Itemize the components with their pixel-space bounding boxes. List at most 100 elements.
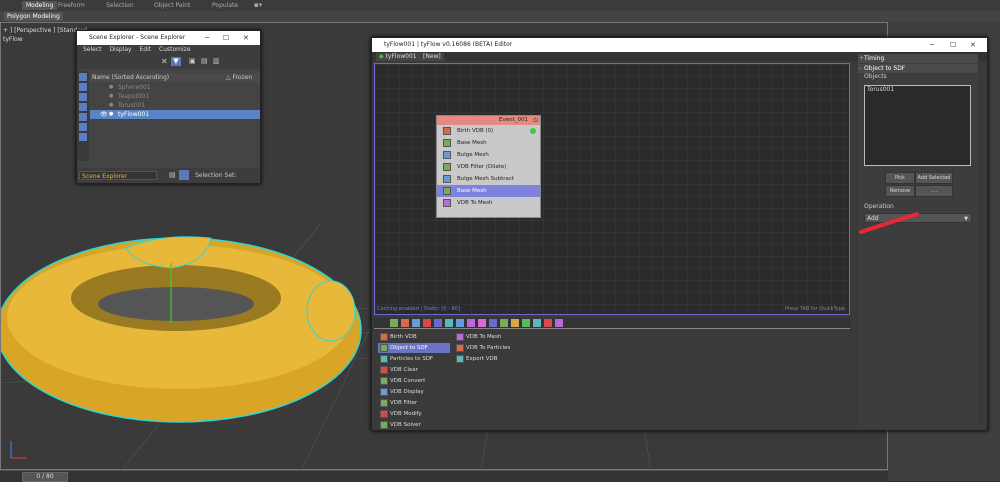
object-to-sdf-rollout[interactable]: - Object to SDF xyxy=(858,64,978,73)
objects-list-item[interactable]: Torus001 xyxy=(865,86,970,94)
clear-filter-icon[interactable]: ✕ xyxy=(161,57,168,66)
tab-tyflow001[interactable]: ◆ tyFlow001 xyxy=(376,53,420,61)
minimize-icon[interactable]: ─ xyxy=(930,38,934,52)
event-op[interactable]: Bulge Mesh Subtract xyxy=(437,173,540,185)
library-item-selected[interactable]: Object to SDF xyxy=(378,343,450,353)
library-item[interactable]: VDB Modify xyxy=(378,409,450,419)
pick-button[interactable]: Pick xyxy=(885,172,915,184)
display-spacewarps-icon[interactable] xyxy=(79,123,87,131)
tab-new[interactable]: [New] xyxy=(420,53,444,61)
operator-icon[interactable] xyxy=(489,319,497,327)
ribbon-tab-selection[interactable]: Selection xyxy=(102,1,138,10)
scene-row[interactable]: ● Teapot001 xyxy=(90,92,260,101)
close-icon[interactable]: ✕ xyxy=(970,38,976,52)
ribbon-tab-freeform[interactable]: Freeform xyxy=(54,1,89,10)
eye-icon[interactable]: 👁 xyxy=(100,110,108,119)
operator-icon[interactable] xyxy=(555,319,563,327)
event-op-selected[interactable]: Base Mesh xyxy=(437,185,540,197)
ribbon-tab-populate[interactable]: Populate xyxy=(208,1,242,10)
event-toggle-icon[interactable]: ⏻ xyxy=(533,117,538,125)
objects-list[interactable]: Torus001 xyxy=(864,85,971,166)
operator-icon[interactable] xyxy=(456,319,464,327)
filter-icon[interactable]: ▼ xyxy=(171,57,181,66)
mesh-icon xyxy=(443,139,451,147)
library-item[interactable]: VDB To Mesh xyxy=(454,332,536,342)
display-lights-icon[interactable] xyxy=(79,93,87,101)
close-icon[interactable]: ✕ xyxy=(243,31,249,45)
library-item[interactable]: Export VDB xyxy=(454,354,536,364)
menu-edit[interactable]: Edit xyxy=(139,46,151,53)
library-item[interactable]: Particles to SDF xyxy=(378,354,450,364)
menu-customize[interactable]: Customize xyxy=(159,46,191,53)
menu-select[interactable]: Select xyxy=(83,46,102,53)
display-shapes-icon[interactable] xyxy=(79,83,87,91)
explorer-dropdown[interactable]: Scene Explorer xyxy=(79,171,157,180)
ribbon-tab-object-paint[interactable]: Object Paint xyxy=(150,1,194,10)
mesh-icon xyxy=(443,175,451,183)
operator-icon[interactable] xyxy=(467,319,475,327)
operator-icon[interactable] xyxy=(500,319,508,327)
timing-rollout[interactable]: + Timing xyxy=(858,54,978,63)
library-item[interactable]: VDB To Particles xyxy=(454,343,536,353)
operator-icon[interactable] xyxy=(533,319,541,327)
operator-icon[interactable] xyxy=(390,319,398,327)
axis-gizmo-icon xyxy=(10,441,27,459)
display-groups-icon[interactable] xyxy=(79,133,87,141)
hierarchy-icon[interactable]: ▤ xyxy=(201,57,208,65)
minimize-icon[interactable]: ─ xyxy=(205,31,209,45)
display-helpers-icon[interactable] xyxy=(79,113,87,121)
output-socket-icon[interactable] xyxy=(530,128,536,134)
event-op[interactable]: VDB To Mesh xyxy=(437,197,540,209)
timeline[interactable]: 0 / 80 xyxy=(0,470,888,482)
scene-row-selected[interactable]: 👁 ● tyFlow001 xyxy=(90,110,260,119)
menu-display[interactable]: Display xyxy=(109,46,131,53)
operator-icon[interactable] xyxy=(511,319,519,327)
operator-icon[interactable] xyxy=(522,319,530,327)
library-item[interactable]: VDB Convert xyxy=(378,376,450,386)
maximize-icon[interactable]: ☐ xyxy=(950,38,956,52)
remove-button[interactable]: Remove xyxy=(885,185,915,197)
display-cameras-icon[interactable] xyxy=(79,103,87,111)
library-item[interactable]: VDB Display xyxy=(378,387,450,397)
tyflow-titlebar[interactable]: tyFlow001 | tyFlow v0.16086 (BETA) Edito… xyxy=(372,38,987,52)
operator-icons xyxy=(374,318,850,328)
event-title[interactable]: Event_001 xyxy=(437,116,540,125)
scene-row[interactable]: ● Sphere001 xyxy=(90,83,260,92)
event-op[interactable]: VDB Filter (Dilate) xyxy=(437,161,540,173)
layer-icon[interactable]: ▥ xyxy=(213,57,220,65)
ribbon-more-icon[interactable]: ▪▾ xyxy=(250,1,266,10)
column-frozen-header[interactable]: △ Frozen xyxy=(226,73,252,82)
library-item[interactable]: VDB Filter xyxy=(378,398,450,408)
event-node[interactable]: Event_001 ⏻ Birth VDB (0) Base Mesh Bulg… xyxy=(436,115,541,218)
event-op[interactable]: Base Mesh xyxy=(437,137,540,149)
flow-canvas[interactable]: Event_001 ⏻ Birth VDB (0) Base Mesh Bulg… xyxy=(374,63,850,315)
scene-explorer-titlebar[interactable]: Scene Explorer - Scene Explorer ─ ☐ ✕ xyxy=(77,31,260,45)
library-item[interactable]: Birth VDB xyxy=(378,332,450,342)
operator-icon[interactable] xyxy=(445,319,453,327)
event-op[interactable]: Birth VDB (0) xyxy=(437,125,540,137)
operator-icon[interactable] xyxy=(478,319,486,327)
event-op[interactable]: Bulge Mesh xyxy=(437,149,540,161)
library-item[interactable]: VDB Clear xyxy=(378,365,450,375)
selection-set-icon[interactable] xyxy=(179,170,189,180)
torus-object[interactable] xyxy=(1,236,362,423)
scene-row[interactable]: ● Torus001 xyxy=(90,101,260,110)
library-item[interactable]: VDB Solver xyxy=(378,420,450,430)
sub-ribbon-polygon-modeling[interactable]: Polygon Modeling xyxy=(4,12,63,21)
column-name-header[interactable]: Name (Sorted Ascending) xyxy=(92,74,169,81)
scene-explorer-header: Name (Sorted Ascending) △ Frozen xyxy=(90,73,260,82)
operator-icon[interactable] xyxy=(412,319,420,327)
display-geometry-icon[interactable] xyxy=(79,73,87,81)
layers-icon[interactable]: ▤ xyxy=(169,171,176,179)
ribbon-tab-modeling[interactable]: Modeling xyxy=(22,1,58,10)
operator-icon[interactable] xyxy=(423,319,431,327)
more-button[interactable]: .... xyxy=(915,185,953,197)
operator-icon[interactable] xyxy=(434,319,442,327)
sdf-icon xyxy=(380,344,388,352)
operator-icon[interactable] xyxy=(544,319,552,327)
operator-icon[interactable] xyxy=(401,319,409,327)
maximize-icon[interactable]: ☐ xyxy=(223,31,229,45)
lock-icon[interactable]: ▣ xyxy=(189,57,196,65)
add-selected-button[interactable]: Add Selected xyxy=(915,172,953,184)
vdb-to-particles-icon xyxy=(456,344,464,352)
